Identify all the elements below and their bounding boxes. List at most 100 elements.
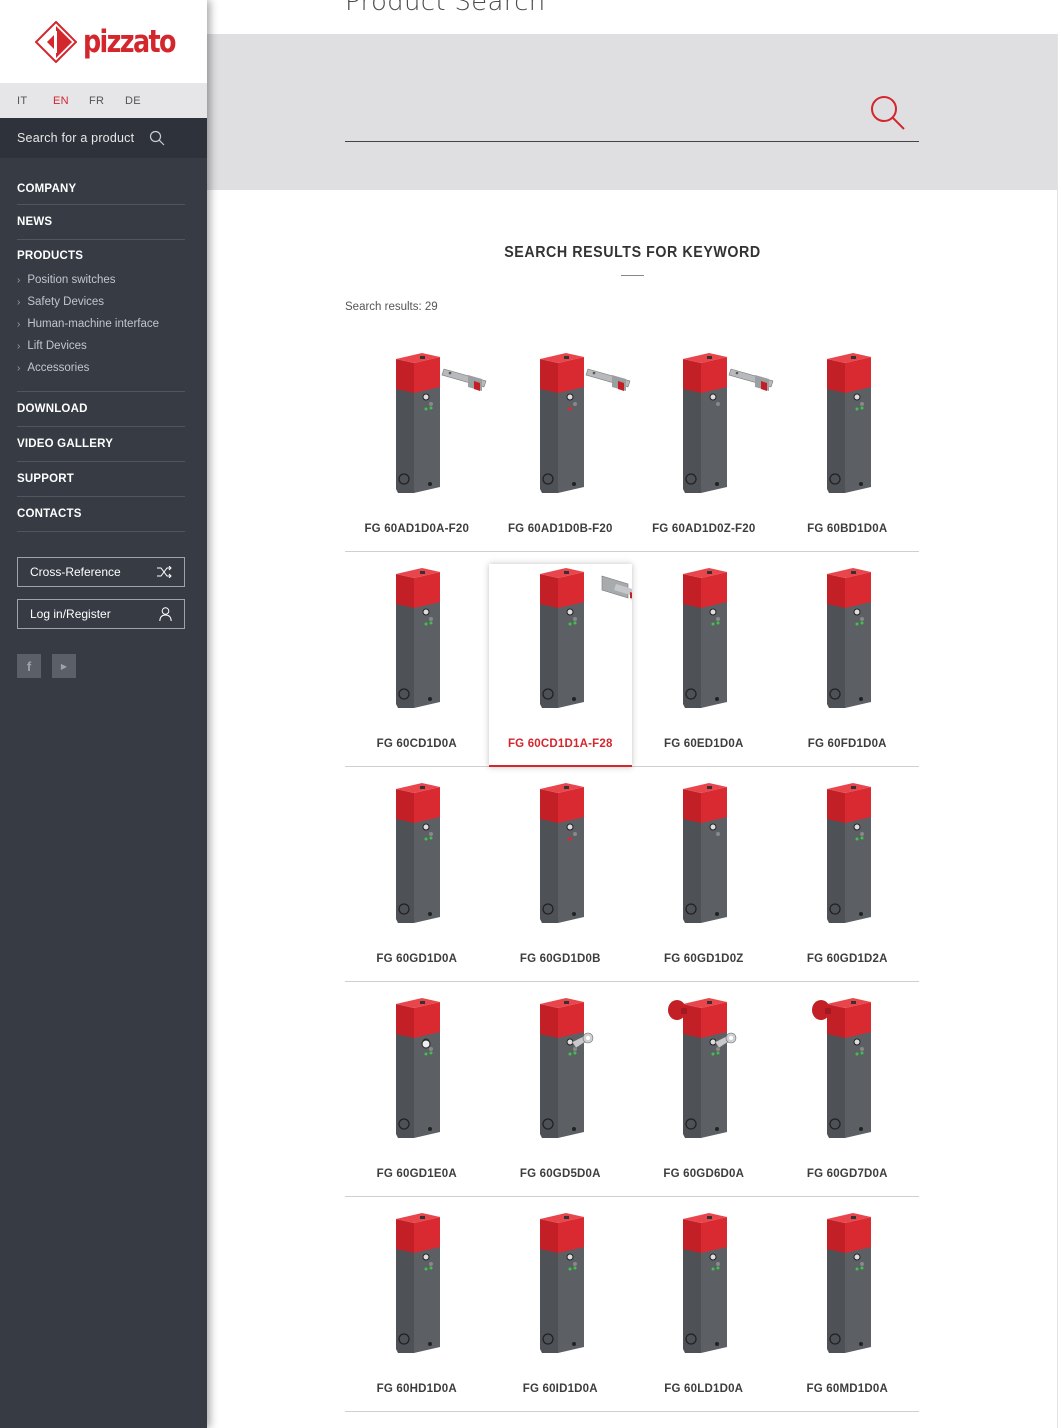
product-name[interactable]: FG 60AD1D0Z-F20 [632, 523, 776, 535]
product-card[interactable]: FG 60GD1E0A [345, 982, 489, 1196]
product-name[interactable]: FG 60HD1D0A [345, 1383, 489, 1395]
cross-reference-button[interactable]: Cross-Reference [17, 557, 185, 587]
product-card[interactable]: FG 60AD1D0Z-F20 [632, 337, 776, 551]
product-card[interactable]: FG 60GD1D0A [345, 767, 489, 981]
submenu-item-label: Safety Devices [27, 296, 105, 308]
product-name[interactable]: FG 60CD1D1A-F28 [489, 738, 633, 750]
product-name[interactable]: FG 60ED1D0A [632, 738, 776, 750]
safety-switch-image [826, 1213, 871, 1353]
product-card[interactable]: FG 60BD1D0A [776, 337, 920, 551]
lang-de[interactable]: DE [125, 95, 161, 107]
login-register-button[interactable]: Log in/Register [17, 599, 185, 629]
product-card[interactable]: FG 60AD1D0B-F20 [489, 337, 633, 551]
login-register-label: Log in/Register [30, 607, 111, 621]
safety-switch-image [826, 353, 871, 493]
menu-item-support[interactable]: SUPPORT [17, 462, 185, 497]
product-card[interactable]: FG 60GD1D0B [489, 767, 633, 981]
submenu-item-safety-devices[interactable]: › Safety Devices [17, 291, 185, 313]
product-name[interactable]: FG 60GD1D0B [489, 953, 633, 965]
product-name[interactable]: FG 60ID1D0A [489, 1383, 633, 1395]
product-card[interactable]: FG 60FD1D0A [776, 552, 920, 766]
product-name[interactable]: FG 60GD5D0A [489, 1168, 633, 1180]
safety-switch-image [826, 568, 871, 708]
chevron-right-icon: › [17, 296, 21, 308]
menu-item-products-label[interactable]: PRODUCTS [17, 250, 83, 262]
menu-item-company[interactable]: COMPANY [17, 175, 185, 205]
product-card[interactable]: FG 60AD1D0A-F20 [345, 337, 489, 551]
search-icon[interactable] [869, 94, 907, 132]
social-links: f ▶ [17, 654, 207, 678]
logo[interactable]: pizzato [0, 0, 207, 83]
safety-switch-image [539, 1213, 584, 1353]
safety-switch-image [396, 783, 440, 923]
product-row: FG 60GD1E0A FG 60GD5D0A FG 60GD6D0A FG 60GD… [345, 982, 919, 1197]
menu-item-contacts[interactable]: CONTACTS [17, 497, 185, 532]
product-name[interactable]: FG 60FD1D0A [776, 738, 920, 750]
product-card[interactable]: FG 60GD7D0A [776, 982, 920, 1196]
results-heading: SEARCH RESULTS FOR KEYWORD [241, 244, 1024, 262]
product-card[interactable]: FG 60GD6D0A [632, 982, 776, 1196]
product-card[interactable]: FG 60GD1D0Z [632, 767, 776, 981]
chevron-right-icon: › [17, 318, 21, 330]
product-name[interactable]: FG 60LD1D0A [632, 1383, 776, 1395]
divider [1057, 34, 1058, 1428]
product-name[interactable]: FG 60GD6D0A [632, 1168, 776, 1180]
product-card[interactable]: FG 60ED1D0A [632, 552, 776, 766]
product-card[interactable]: FG 60CD1D1A-F28 [488, 564, 633, 767]
submenu-item-human-machine-interface[interactable]: › Human-machine interface [17, 313, 185, 335]
product-search-input[interactable] [345, 88, 919, 142]
product-name[interactable]: FG 60GD7D0A [776, 1168, 920, 1180]
product-card[interactable]: FG 60MD1D0A [776, 1197, 920, 1411]
product-grid: FG 60AD1D0A-F20 FG 60AD1D0B-F20 FG 60AD1D0… [345, 337, 919, 1412]
product-name[interactable]: FG 60GD1D0A [345, 953, 489, 965]
product-card[interactable]: FG 60CD1D0A [345, 552, 489, 766]
menu-item-news[interactable]: NEWS [17, 205, 185, 240]
language-selector: IT EN FR DE [0, 83, 207, 118]
chevron-right-icon: › [17, 340, 21, 352]
facebook-icon[interactable]: f [17, 654, 41, 678]
shuffle-icon [157, 566, 172, 578]
product-name[interactable]: FG 60AD1D0A-F20 [345, 523, 489, 535]
product-name[interactable]: FG 60CD1D0A [345, 738, 489, 750]
product-name[interactable]: FG 60BD1D0A [776, 523, 920, 535]
product-row: FG 60AD1D0A-F20 FG 60AD1D0B-F20 FG 60AD1D0… [345, 337, 919, 552]
youtube-icon[interactable]: ▶ [52, 654, 76, 678]
search-icon[interactable] [149, 130, 165, 146]
lang-it[interactable]: IT [17, 95, 53, 107]
menu-item-products[interactable]: PRODUCTS › Position switches › Safety Devi… [17, 240, 185, 392]
product-name[interactable]: FG 60GD1D0Z [632, 953, 776, 965]
product-card[interactable]: FG 60LD1D0A [632, 1197, 776, 1411]
cross-reference-label: Cross-Reference [30, 565, 121, 579]
product-card[interactable]: FG 60ID1D0A [489, 1197, 633, 1411]
product-card[interactable]: FG 60GD5D0A [489, 982, 633, 1196]
safety-switch-image [668, 998, 737, 1138]
sidebar-search[interactable]: Search for a product [0, 118, 207, 158]
lang-en[interactable]: EN [53, 95, 89, 107]
main-content: Product Search SEARCH RESULTS FOR KEYWOR… [207, 0, 1061, 1428]
product-name[interactable]: FG 60MD1D0A [776, 1383, 920, 1395]
submenu-item-position-switches[interactable]: › Position switches [17, 269, 185, 291]
safety-switch-image [539, 568, 632, 708]
safety-switch-image [539, 783, 584, 923]
product-name[interactable]: FG 60GD1D2A [776, 953, 920, 965]
safety-switch-image [683, 568, 727, 708]
product-name[interactable]: FG 60GD1E0A [345, 1168, 489, 1180]
menu-item-video-gallery[interactable]: VIDEO GALLERY [17, 427, 185, 462]
lang-fr[interactable]: FR [89, 95, 125, 107]
results-keyword: KEYWORD [682, 244, 761, 261]
product-row: FG 60HD1D0A FG 60ID1D0A FG 60LD1D0A FG 60MD… [345, 1197, 919, 1412]
product-card[interactable]: FG 60GD1D2A [776, 767, 920, 981]
product-row: FG 60GD1D0A FG 60GD1D0B FG 60GD1D0Z FG 60GD… [345, 767, 919, 982]
submenu-item-label: Accessories [27, 362, 90, 374]
submenu-item-label: Human-machine interface [27, 318, 160, 330]
submenu-item-accessories[interactable]: › Accessories [17, 357, 185, 379]
results-count: Search results: 29 [345, 301, 438, 313]
safety-switch-image [811, 998, 871, 1138]
safety-switch-image [826, 783, 871, 923]
product-name[interactable]: FG 60AD1D0B-F20 [489, 523, 633, 535]
menu-item-download[interactable]: DOWNLOAD [17, 392, 185, 427]
product-card[interactable]: FG 60HD1D0A [345, 1197, 489, 1411]
submenu-item-lift-devices[interactable]: › Lift Devices [17, 335, 185, 357]
pizzato-logo-icon [34, 20, 77, 63]
heading-divider [621, 275, 644, 276]
